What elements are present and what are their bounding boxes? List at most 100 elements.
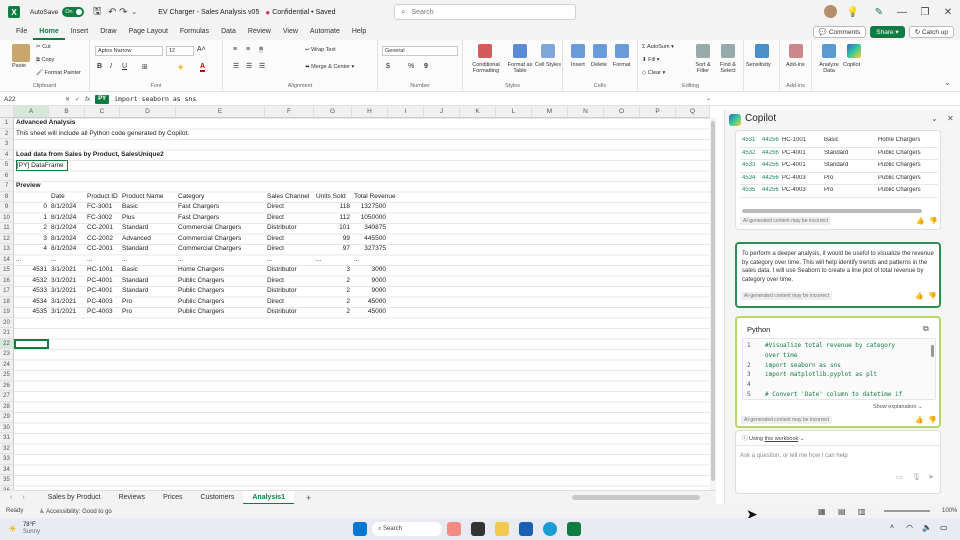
- table-cell[interactable]: 3000: [354, 265, 386, 276]
- row-header-3[interactable]: 3: [0, 139, 14, 150]
- tab-page-layout[interactable]: Page Layout: [123, 24, 174, 40]
- python-dataframe-cell[interactable]: [PY] DataFrame: [16, 160, 68, 171]
- table-cell[interactable]: 1: [16, 213, 47, 224]
- table-cell[interactable]: 4532: [16, 276, 47, 287]
- tab-insert[interactable]: Insert: [65, 24, 95, 40]
- next-sheet-icon[interactable]: ›: [22, 494, 24, 501]
- table-cell[interactable]: 8/1/2024: [51, 213, 76, 224]
- row-header-28[interactable]: 28: [0, 401, 14, 412]
- insert-button[interactable]: Insert: [571, 62, 585, 68]
- row-header-27[interactable]: 27: [0, 391, 14, 402]
- column-header-k[interactable]: K: [460, 106, 496, 118]
- table-cell[interactable]: ...: [87, 255, 92, 266]
- table-cell[interactable]: Distributor: [267, 265, 297, 276]
- find-select-icon[interactable]: [721, 44, 735, 58]
- zoom-level[interactable]: 100%: [942, 508, 957, 514]
- table-cell[interactable]: Direct: [267, 234, 284, 245]
- number-format-select[interactable]: General: [382, 46, 458, 56]
- table-cell[interactable]: 45000: [354, 297, 386, 308]
- row-header-35[interactable]: 35: [0, 475, 14, 486]
- table-cell[interactable]: Plus: [122, 213, 135, 224]
- percent-button[interactable]: %: [408, 63, 414, 70]
- row-header-25[interactable]: 25: [0, 370, 14, 381]
- context-indicator[interactable]: ⓘ Using this workbook ⌄: [742, 434, 804, 442]
- sheet-tab-analysis1[interactable]: Analysis1: [243, 490, 295, 505]
- table-cell[interactable]: ...: [122, 255, 127, 266]
- table-cell[interactable]: ...: [51, 255, 56, 266]
- page-break-view-icon[interactable]: ▥: [858, 507, 866, 516]
- weather-widget[interactable]: 78°F Sunny: [23, 522, 40, 536]
- tray-chevron-icon[interactable]: ˄: [890, 524, 894, 531]
- pen-icon[interactable]: ✎: [872, 0, 886, 24]
- table-cell[interactable]: Distributor: [267, 223, 297, 234]
- format-painter-button[interactable]: 🖌 Format Painter: [36, 70, 81, 76]
- table-cell[interactable]: 2: [316, 297, 350, 308]
- analyze-data-button[interactable]: Analyze Data: [816, 62, 842, 74]
- undo-icon[interactable]: ↶: [106, 0, 118, 24]
- sensitivity-icon[interactable]: [755, 44, 769, 58]
- bottom-align-icon[interactable]: ≡: [259, 46, 264, 53]
- insert-cells-icon[interactable]: [571, 44, 585, 58]
- row-header-33[interactable]: 33: [0, 454, 14, 465]
- table-cell[interactable]: Basic: [122, 265, 138, 276]
- page-layout-view-icon[interactable]: ▤: [838, 507, 846, 516]
- table-cell[interactable]: 9000: [354, 286, 386, 297]
- table-cell[interactable]: Standard: [122, 244, 148, 255]
- table-cell[interactable]: 4534: [16, 297, 47, 308]
- table-cell[interactable]: Direct: [267, 276, 284, 287]
- wrap-text-button[interactable]: ↩ Wrap Text: [305, 47, 336, 53]
- format-button[interactable]: Format: [613, 62, 630, 68]
- table-cell[interactable]: PC-4001: [87, 276, 113, 287]
- row-header-7[interactable]: 7: [0, 181, 14, 192]
- sheet-tab-reviews[interactable]: Reviews: [110, 491, 154, 505]
- column-header-l[interactable]: L: [496, 106, 532, 118]
- table-cell[interactable]: 4531: [16, 265, 47, 276]
- analyze-data-icon[interactable]: [822, 44, 836, 58]
- column-header-d[interactable]: D: [120, 106, 176, 118]
- column-header-q[interactable]: Q: [676, 106, 710, 118]
- widgets-icon[interactable]: [447, 522, 461, 536]
- column-header-p[interactable]: P: [640, 106, 676, 118]
- table-header[interactable]: Category: [178, 192, 204, 203]
- row-header-4[interactable]: 4: [0, 149, 14, 160]
- column-header-o[interactable]: O: [604, 106, 640, 118]
- table-cell[interactable]: ...: [16, 255, 21, 266]
- table-cell[interactable]: 99: [316, 234, 350, 245]
- table-cell[interactable]: 4: [16, 244, 47, 255]
- table-cell[interactable]: ...: [354, 255, 359, 266]
- sort-filter-icon[interactable]: [696, 44, 710, 58]
- table-cell[interactable]: 0: [16, 202, 47, 213]
- table-cell[interactable]: Home Chargers: [178, 265, 224, 276]
- table-cell[interactable]: 445500: [354, 234, 386, 245]
- table-cell[interactable]: Fast Chargers: [178, 213, 219, 224]
- copilot-close-icon[interactable]: ✕: [947, 114, 954, 123]
- catch-up-button[interactable]: ↻ Catch up: [908, 26, 954, 38]
- cell-styles-button[interactable]: Cell Styles: [535, 62, 561, 68]
- grow-font-icon[interactable]: A˄: [197, 46, 206, 53]
- row-header-10[interactable]: 10: [0, 212, 14, 223]
- table-cell[interactable]: 4535: [16, 307, 47, 318]
- autosave-toggle[interactable]: On: [62, 7, 85, 17]
- tab-help[interactable]: Help: [346, 24, 372, 40]
- worksheet-grid[interactable]: ABCDEFGHIJKLMNOPQ 1 2 3 4 5 6 7 8 9 10 11 12 13 14 15 1…: [0, 106, 716, 490]
- row-header-1[interactable]: 1: [0, 118, 14, 129]
- conditional-formatting-icon[interactable]: [478, 44, 492, 58]
- paste-button[interactable]: Paste: [12, 63, 26, 69]
- preview-heading[interactable]: Preview: [16, 181, 41, 192]
- search-input[interactable]: ⌕ Search: [394, 4, 576, 20]
- workbook-link[interactable]: this workbook: [765, 436, 799, 442]
- table-cell[interactable]: 327375: [354, 244, 386, 255]
- table-cell[interactable]: Public Chargers: [178, 276, 224, 287]
- table-header[interactable]: Total Revenue: [354, 192, 396, 203]
- table-cell[interactable]: 3/1/2021: [51, 286, 76, 297]
- tab-view[interactable]: View: [277, 24, 304, 40]
- table-cell[interactable]: 97: [316, 244, 350, 255]
- table-cell[interactable]: 3/1/2021: [51, 307, 76, 318]
- insert-function-button[interactable]: fx: [85, 96, 90, 103]
- add-ins-button[interactable]: Add-ins: [786, 62, 805, 68]
- sensitivity-button[interactable]: Sensitivity: [746, 62, 771, 68]
- table-header[interactable]: Sales Channel: [267, 192, 309, 203]
- table-cell[interactable]: Advanced: [122, 234, 151, 245]
- delete-cells-icon[interactable]: [593, 44, 607, 58]
- delete-button[interactable]: Delete: [591, 62, 607, 68]
